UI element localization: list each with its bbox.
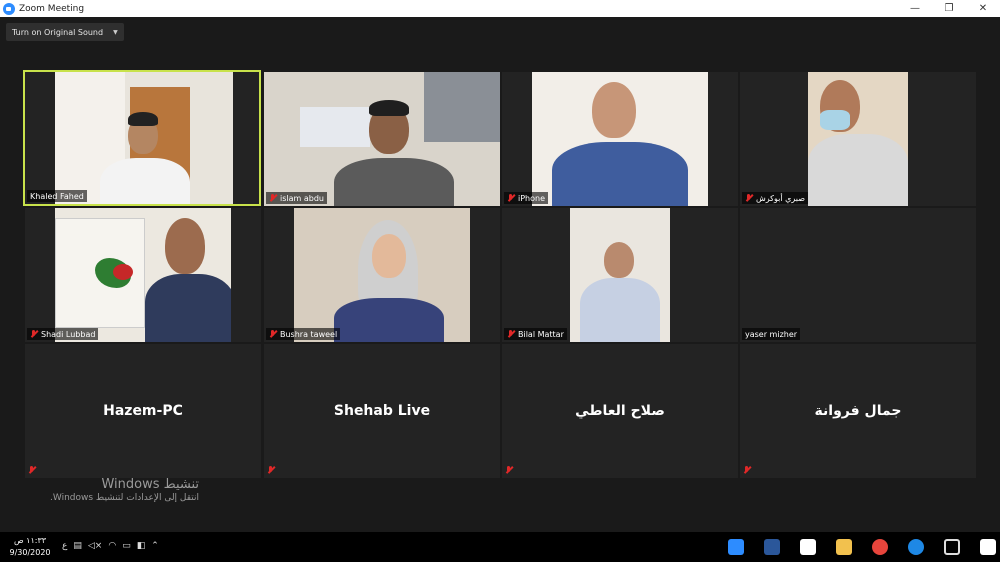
notification-icon[interactable]: ▤ [73,541,82,551]
video-tile[interactable]: Hazem-PC [25,344,261,478]
participant-name-bar: صبري أبوكرش [742,192,808,204]
participant-video [294,208,470,342]
participant-display-name: Hazem-PC [103,403,183,419]
title-bar: Zoom Meeting — ❐ ✕ [0,0,1000,17]
clock-date: 9/30/2020 [9,548,51,557]
participant-name: Khaled Fahed [30,191,84,201]
mic-muted-icon [505,466,513,474]
chrome-icon [872,539,888,555]
participant-name-bar: Bilal Mattar [504,328,567,340]
participant-video [264,72,500,206]
participant-display-name: صلاح العاطي [575,403,665,419]
participant-name-bar: iPhone [504,192,549,204]
window-title: Zoom Meeting [19,3,85,14]
mic-muted-icon [269,194,277,202]
tablet-icon [944,539,960,555]
mic-muted-icon [269,330,277,338]
zoom-icon [728,539,744,555]
participant-name-bar: yaser mizher [742,328,801,340]
mic-muted-icon [30,330,38,338]
chevron-down-icon[interactable]: ▼ [113,29,118,36]
mic-muted-icon [507,330,515,338]
word-icon [764,539,780,555]
video-tile[interactable]: Shehab Live [264,344,500,478]
participant-video [55,72,233,204]
start-button[interactable] [970,532,1000,562]
taskbar-app-edge[interactable] [898,532,934,562]
taskbar-app-word[interactable] [754,532,790,562]
video-tile[interactable]: جمال فروانة [740,344,976,478]
close-button[interactable]: ✕ [966,0,1000,17]
mic-muted-icon [745,194,753,202]
participant-name-bar: islam abdu [266,192,327,204]
system-tray: ع ▤ ◁× ◠ ▭ ◧ ⌃ [62,541,159,551]
original-sound-label: Turn on Original Sound [12,27,104,37]
mic-muted-icon [28,466,36,474]
taskbar-apps [718,532,1000,562]
video-tile[interactable]: Khaled Fahed [23,70,261,206]
windows-icon [980,539,996,555]
mic-muted-icon [507,194,515,202]
taskbar-app-store[interactable] [790,532,826,562]
participant-name: islam abdu [280,193,324,203]
participant-name: iPhone [518,193,546,203]
video-tile[interactable]: Bushra taweel [264,208,500,342]
participant-display-name: Shehab Live [333,403,431,419]
window-controls: — ❐ ✕ [898,0,1000,17]
participant-name-bar: Bushra taweel [266,328,341,340]
minimize-button[interactable]: — [898,0,932,17]
windows-activation-watermark: تنشيط Windows انتقل إلى الإعدادات لتنشيط… [50,477,199,503]
maximize-button[interactable]: ❐ [932,0,966,17]
taskbar-app-chrome[interactable] [862,532,898,562]
taskbar: ١١:٣٣ ص 9/30/2020 ع ▤ ◁× ◠ ▭ ◧ ⌃ [0,532,1000,562]
clock-time: ١١:٣٣ ص [13,536,47,545]
edge-icon [908,539,924,555]
participant-video [532,72,708,206]
video-tile[interactable]: Shadi Lubbad [25,208,261,342]
activation-subtitle: انتقل إلى الإعدادات لتنشيط Windows. [50,493,200,503]
participant-name-bar: Shadi Lubbad [27,328,99,340]
input-language[interactable]: ع [62,541,67,551]
participant-name: Bushra taweel [280,329,338,339]
wifi-icon[interactable]: ◠ [108,541,116,551]
taskbar-app-zoom[interactable] [718,532,754,562]
taskbar-app-file-explorer[interactable] [826,532,862,562]
participant-name-bar: Khaled Fahed [27,190,87,202]
store-icon [800,539,816,555]
video-tile[interactable]: iPhone [502,72,738,206]
participant-video [570,208,670,342]
mic-muted-icon [267,466,275,474]
participant-display-name: جمال فروانة [814,403,902,419]
battery-icon[interactable]: ▭ [122,541,131,551]
participant-video [55,208,231,342]
participant-name: Shadi Lubbad [41,329,96,339]
participant-name: Bilal Mattar [518,329,564,339]
taskbar-clock[interactable]: ١١:٣٣ ص 9/30/2020 [6,535,54,559]
video-tile[interactable]: islam abdu [264,72,500,206]
activation-title: تنشيط Windows [101,477,200,492]
original-sound-button[interactable]: Turn on Original Sound ▼ [6,23,124,41]
video-tile[interactable]: صلاح العاطي [502,344,738,478]
participant-name: صبري أبوكرش [756,193,805,203]
video-tile[interactable]: صبري أبوكرش [740,72,976,206]
video-tile[interactable]: yaser mizher [740,208,976,342]
participant-name: yaser mizher [745,329,798,339]
video-tile[interactable]: Bilal Mattar [502,208,738,342]
zoom-icon [3,2,15,15]
camera-icon[interactable]: ◧ [137,541,146,551]
show-hidden-icons-icon[interactable]: ⌃ [151,541,159,551]
participant-video [808,72,908,206]
file-explorer-icon [836,539,852,555]
mic-muted-icon [743,466,751,474]
taskbar-task-view[interactable] [934,532,970,562]
volume-icon[interactable]: ◁× [88,541,102,551]
